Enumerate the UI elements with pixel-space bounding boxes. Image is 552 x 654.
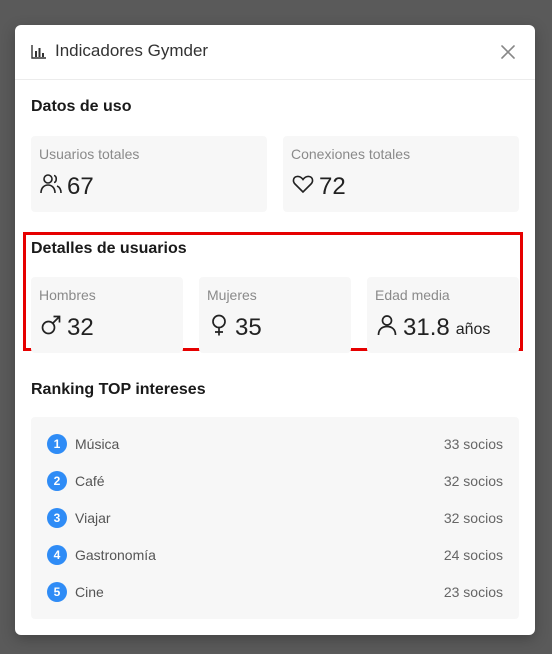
total-connections-value: 72 bbox=[319, 172, 346, 200]
indicators-modal: Indicadores Gymder Datos de uso Usuarios… bbox=[15, 25, 535, 635]
total-connections-card: Conexiones totales 72 bbox=[283, 136, 519, 212]
rank-badge: 5 bbox=[47, 582, 67, 602]
men-card: Hombres 32 bbox=[31, 277, 183, 353]
men-label: Hombres bbox=[39, 287, 96, 303]
user-icon bbox=[375, 313, 403, 342]
list-item: 5 Cine 23 socios bbox=[31, 580, 519, 604]
rank-badge: 2 bbox=[47, 471, 67, 491]
close-icon[interactable] bbox=[499, 43, 517, 61]
modal-header: Indicadores Gymder bbox=[15, 25, 535, 80]
male-icon bbox=[39, 313, 67, 342]
rank-badge: 1 bbox=[47, 434, 67, 454]
total-users-card: Usuarios totales 67 bbox=[31, 136, 267, 212]
interest-name: Café bbox=[75, 473, 105, 489]
avg-age-label: Edad media bbox=[375, 287, 450, 303]
ranking-section-title: Ranking TOP intereses bbox=[31, 381, 206, 398]
usage-section-title: Datos de uso bbox=[31, 98, 132, 115]
rank-badge: 4 bbox=[47, 545, 67, 565]
total-connections-label: Conexiones totales bbox=[291, 146, 411, 162]
heart-icon bbox=[291, 172, 319, 201]
list-item: 1 Música 33 socios bbox=[31, 432, 519, 456]
interest-name: Gastronomía bbox=[75, 547, 156, 563]
avg-age-card: Edad media 31.8 años bbox=[367, 277, 519, 353]
rank-badge: 3 bbox=[47, 508, 67, 528]
female-icon bbox=[207, 313, 235, 342]
ranking-list: 1 Música 33 socios 2 Café 32 socios 3 Vi… bbox=[31, 417, 519, 619]
total-users-label: Usuarios totales bbox=[39, 146, 140, 162]
user-details-section-title: Detalles de usuarios bbox=[31, 240, 187, 257]
interest-count: 32 socios bbox=[443, 473, 503, 489]
men-value: 32 bbox=[67, 313, 94, 341]
interest-count: 32 socios bbox=[443, 510, 503, 526]
interest-name: Música bbox=[75, 436, 120, 452]
avg-age-unit: años bbox=[455, 321, 491, 338]
women-card: Mujeres 35 bbox=[199, 277, 351, 353]
list-item: 2 Café 32 socios bbox=[31, 469, 519, 493]
interest-count: 23 socios bbox=[443, 584, 503, 600]
avg-age-value: 31.8 bbox=[403, 313, 450, 341]
users-icon bbox=[39, 172, 67, 201]
women-label: Mujeres bbox=[207, 287, 257, 303]
interest-count: 33 socios bbox=[443, 436, 503, 452]
interest-name: Viajar bbox=[75, 510, 111, 526]
interest-count: 24 socios bbox=[443, 547, 503, 563]
modal-title: Indicadores Gymder bbox=[55, 41, 209, 60]
interest-name: Cine bbox=[75, 584, 104, 600]
total-users-value: 67 bbox=[67, 172, 94, 200]
women-value: 35 bbox=[235, 313, 262, 341]
bar-chart-icon bbox=[31, 45, 47, 59]
list-item: 4 Gastronomía 24 socios bbox=[31, 543, 519, 567]
list-item: 3 Viajar 32 socios bbox=[31, 506, 519, 530]
